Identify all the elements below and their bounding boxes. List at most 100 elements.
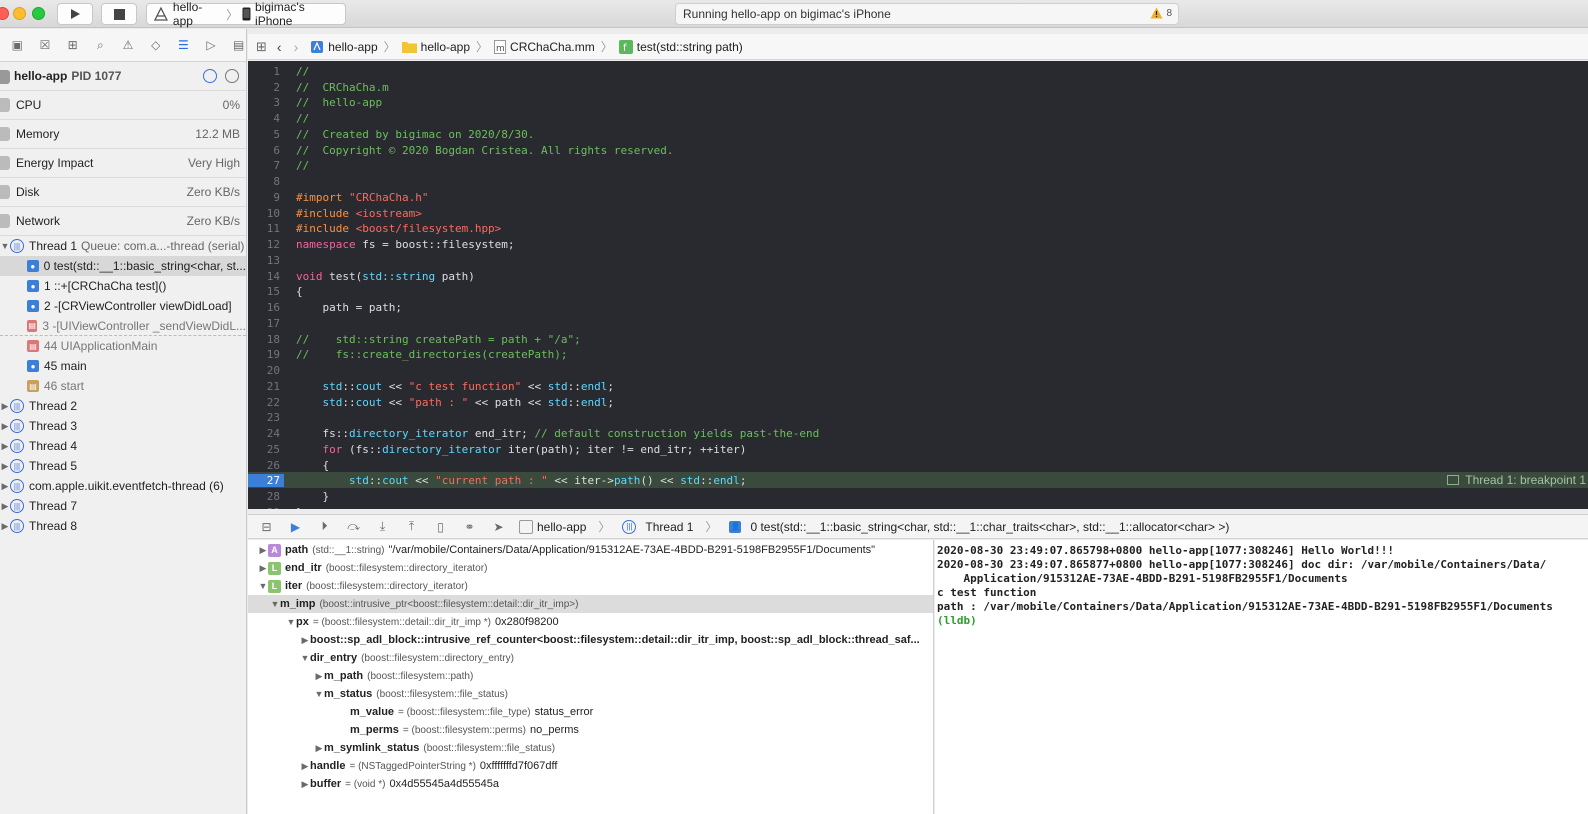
disclosure-closed-icon[interactable]: ▶	[0, 401, 10, 412]
gauge-disk[interactable]: Disk Zero KB/s	[0, 178, 246, 207]
variable-row[interactable]: ▶ Apath (std::__1::string) "/var/mobile/Con…	[248, 541, 933, 559]
variable-row[interactable]: ▼ dir_entry (boost::filesystem::directory_…	[248, 649, 933, 667]
step-over-icon[interactable]: ⤼	[345, 518, 362, 535]
scheme-selector[interactable]: hello-app 〉 bigimac's iPhone	[146, 0, 346, 28]
breadcrumb-file[interactable]: m CRChaCha.mm	[494, 39, 595, 54]
thread-row[interactable]: ▶ ||| Thread 4	[0, 436, 246, 456]
related-items-icon[interactable]: ⊞	[256, 39, 267, 55]
stop-button[interactable]	[101, 3, 137, 25]
zoom-window-button[interactable]	[32, 7, 45, 20]
variable-row[interactable]: ▶ Lend_itr (boost::filesystem::directory_i…	[248, 559, 933, 577]
issue-navigator-icon[interactable]: ⚠	[121, 38, 136, 53]
variable-row[interactable]: ▼ px = (boost::filesystem::detail::dir_itr…	[248, 613, 933, 631]
variable-row[interactable]: ▼ m_status (boost::filesystem::file_status…	[248, 685, 933, 703]
close-window-button[interactable]	[0, 7, 9, 20]
step-out-icon[interactable]: ⤒	[403, 518, 420, 535]
disclosure-open-icon[interactable]: ▼	[258, 581, 268, 591]
disclosure-closed-icon[interactable]: ▶	[300, 635, 310, 646]
code-line: 22 std::cout << "path : " << path << std…	[266, 395, 614, 409]
variable-row[interactable]: ▶ m_path (boost::filesystem::path)	[248, 667, 933, 685]
variable-row[interactable]: ▶ m_symlink_status (boost::filesystem::fil…	[248, 739, 933, 757]
disclosure-closed-icon[interactable]: ▶	[258, 563, 268, 574]
thread-row[interactable]: ▶ ||| Thread 7	[0, 496, 246, 516]
thread-row[interactable]: ▶ ||| com.apple.uikit.eventfetch-thread (6…	[0, 476, 246, 496]
minimize-window-button[interactable]	[13, 7, 26, 20]
variable-row[interactable]: m_perms = (boost::filesystem::perms) no_pe…	[248, 721, 933, 739]
gauge-memory[interactable]: Memory 12.2 MB	[0, 120, 246, 149]
thread-row-1[interactable]: ▼ ||| Thread 1 Queue: com.a...-thread (s…	[0, 236, 246, 256]
breadcrumb-symbol[interactable]: f test(std::string path)	[618, 39, 743, 54]
debug-breadcrumb-thread[interactable]: ||| Thread 1	[622, 519, 693, 534]
memory-graph-icon[interactable]: ⚭	[461, 518, 478, 535]
breadcrumb-group[interactable]: hello-app	[401, 40, 470, 54]
continue-icon[interactable]: ⏵	[316, 518, 333, 535]
thread-row[interactable]: ▶ ||| Thread 3	[0, 416, 246, 436]
breakpoint-annotation[interactable]: Thread 1: breakpoint 1	[1447, 472, 1588, 488]
debug-breadcrumb-process[interactable]: hello-app	[519, 519, 586, 534]
breakpoints-toggle-icon[interactable]: ▶	[287, 518, 304, 535]
variables-view[interactable]: ▶ Apath (std::__1::string) "/var/mobile/Con…	[248, 540, 934, 814]
disclosure-closed-icon[interactable]: ▶	[0, 481, 10, 492]
variable-row[interactable]: m_value = (boost::filesystem::file_type) s…	[248, 703, 933, 721]
thread-row[interactable]: ▶ ||| Thread 8	[0, 516, 246, 536]
source-control-navigator-icon[interactable]: ☒	[38, 38, 53, 53]
gauge-cpu[interactable]: CPU 0%	[0, 91, 246, 120]
forward-arrow-icon[interactable]: ›	[294, 39, 299, 55]
gauge-icon[interactable]	[203, 69, 217, 83]
find-navigator-icon[interactable]: ⌕	[93, 38, 108, 53]
gauge-value: Zero KB/s	[186, 214, 240, 228]
step-into-icon[interactable]: ⤓	[374, 518, 391, 535]
variable-name: dir_entry	[310, 652, 358, 664]
disclosure-closed-icon[interactable]: ▶	[0, 521, 10, 532]
project-navigator-icon[interactable]: ▣	[10, 38, 25, 53]
gauge-network[interactable]: Network Zero KB/s	[0, 207, 246, 236]
source-editor[interactable]: 1// 2// CRChaCha.m 3// hello-app 4// 5//…	[248, 61, 1588, 509]
run-button[interactable]	[57, 3, 93, 25]
stack-frame-row[interactable]: ● 2 -[CRViewController viewDidLoad]	[0, 296, 246, 316]
disclosure-open-icon[interactable]: ▼	[0, 241, 10, 251]
test-navigator-icon[interactable]: ◇	[148, 38, 163, 53]
stack-frame-row[interactable]: ▤ 3 -[UIViewController _sendViewDidL...	[0, 316, 246, 336]
disclosure-closed-icon[interactable]: ▶	[0, 461, 10, 472]
variable-row[interactable]: ▶ handle = (NSTaggedPointerString *) 0xffff…	[248, 757, 933, 775]
variable-row[interactable]: ▶ boost::sp_adl_block::intrusive_ref_coun…	[248, 631, 933, 649]
disclosure-closed-icon[interactable]: ▶	[300, 761, 310, 772]
symbol-navigator-icon[interactable]: ⊞	[65, 38, 80, 53]
disclosure-closed-icon[interactable]: ▶	[0, 501, 10, 512]
variable-row[interactable]: ▼ Liter (boost::filesystem::directory_iter…	[248, 577, 933, 595]
warnings-indicator[interactable]: 8	[1150, 7, 1172, 19]
disclosure-closed-icon[interactable]: ▶	[314, 671, 324, 682]
disclosure-closed-icon[interactable]: ▶	[314, 743, 324, 754]
code-line: 28 }	[266, 489, 330, 503]
thread-mode-icon[interactable]	[225, 69, 239, 83]
disclosure-closed-icon[interactable]: ▶	[0, 441, 10, 452]
stack-frame-row[interactable]: ● 0 test(std::__1::basic_string<char, st.…	[0, 256, 246, 276]
disclosure-closed-icon[interactable]: ▶	[300, 779, 310, 790]
simulate-location-icon[interactable]: ➤	[490, 518, 507, 535]
process-row[interactable]: hello-app PID 1077	[0, 62, 246, 91]
hide-debug-area-icon[interactable]: ⊟	[258, 518, 275, 535]
disclosure-closed-icon[interactable]: ▶	[258, 545, 268, 556]
report-navigator-icon[interactable]: ▤	[231, 38, 246, 53]
debug-navigator-icon[interactable]: ☰	[176, 38, 191, 53]
stack-frame-row[interactable]: ▤ 44 UIApplicationMain	[0, 336, 246, 356]
back-arrow-icon[interactable]: ‹	[277, 39, 282, 55]
disclosure-open-icon[interactable]: ▼	[286, 617, 296, 627]
disclosure-open-icon[interactable]: ▼	[300, 653, 310, 663]
stack-frame-row[interactable]: ● 45 main	[0, 356, 246, 376]
disclosure-closed-icon[interactable]: ▶	[0, 421, 10, 432]
view-hierarchy-icon[interactable]: ▯	[432, 518, 449, 535]
variable-row[interactable]: ▼ m_imp (boost::intrusive_ptr<boost::files…	[248, 595, 933, 613]
stack-frame-row[interactable]: ▤ 46 start	[0, 376, 246, 396]
breakpoint-navigator-icon[interactable]: ▷	[204, 38, 219, 53]
breadcrumb-project[interactable]: hello-app	[310, 40, 378, 54]
variable-row[interactable]: ▶ buffer = (void *) 0x4d55545a4d55545a	[248, 775, 933, 793]
debug-breadcrumb-frame[interactable]: 👤 0 test(std::__1::basic_string<char, st…	[729, 520, 1229, 534]
gauge-energy-impact[interactable]: Energy Impact Very High	[0, 149, 246, 178]
stack-frame-row[interactable]: ● 1 ::+[CRChaCha test]()	[0, 276, 246, 296]
console-output[interactable]: 2020-08-30 23:49:07.865798+0800 hello-ap…	[935, 540, 1588, 814]
disclosure-open-icon[interactable]: ▼	[314, 689, 324, 699]
thread-row[interactable]: ▶ ||| Thread 5	[0, 456, 246, 476]
disclosure-open-icon[interactable]: ▼	[270, 599, 280, 609]
thread-row[interactable]: ▶ ||| Thread 2	[0, 396, 246, 416]
